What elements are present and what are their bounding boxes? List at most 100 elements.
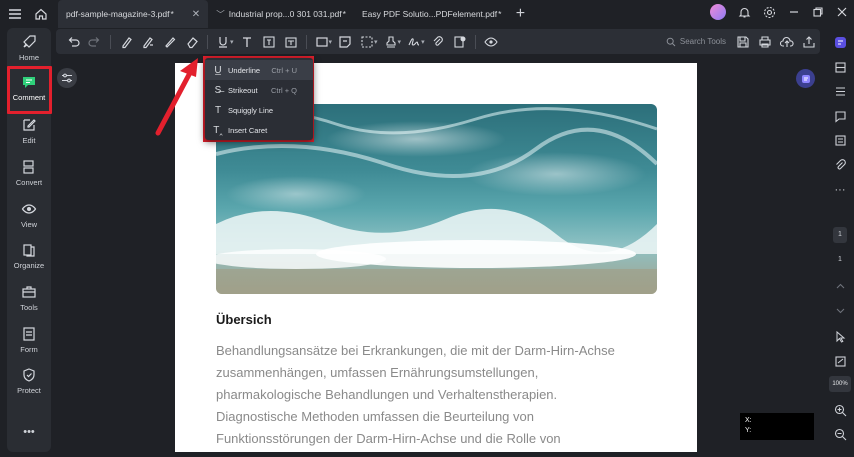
chevron-down-icon[interactable]: ▾: [230, 38, 234, 46]
nav-edit[interactable]: Edit: [7, 117, 51, 145]
tab-label: Industrial prop...0 301 031.pdf: [228, 9, 342, 19]
separator: [110, 34, 111, 49]
zoom-out-icon[interactable]: [830, 424, 850, 444]
attachment-icon[interactable]: [830, 155, 850, 175]
chevron-down-icon[interactable]: ▾: [329, 38, 333, 46]
print-icon[interactable]: [754, 31, 776, 53]
nav-organize[interactable]: Organize: [7, 242, 51, 270]
nav-form[interactable]: Form: [7, 326, 51, 354]
sticky-note-icon[interactable]: [334, 31, 356, 53]
undo-icon[interactable]: [62, 31, 84, 53]
text-line: Funktionsstörungen der Darm-Hirn-Achse u…: [216, 431, 561, 446]
menu-item-shortcut: Ctrl + U: [271, 65, 297, 75]
annotation-arrow: [155, 58, 198, 136]
nav-label: Form: [20, 345, 38, 354]
ai-sidebar-icon[interactable]: [830, 32, 850, 52]
close-tab-icon[interactable]: ✕: [192, 9, 200, 20]
fit-page-icon[interactable]: [830, 351, 850, 371]
nav-label: •••: [23, 426, 35, 438]
chevron-down-icon[interactable]: ▾: [398, 38, 402, 46]
search-tools[interactable]: Search Tools: [666, 37, 726, 47]
hamburger-menu-icon[interactable]: [4, 3, 26, 25]
x-coordinate-label: X:: [745, 417, 752, 424]
menu-item-label: Strikeout: [228, 85, 258, 95]
eraser-icon[interactable]: [181, 31, 203, 53]
text-box-icon[interactable]: [236, 31, 258, 53]
squiggly-icon: T: [214, 104, 222, 116]
nav-protect[interactable]: Protect: [7, 367, 51, 395]
nav-tools[interactable]: Tools: [7, 284, 51, 312]
strikeout-icon: S̶: [214, 84, 222, 96]
save-icon[interactable]: [732, 31, 754, 53]
modified-indicator: *: [170, 9, 174, 19]
menu-item-squiggly-line[interactable]: T Squiggly Line: [205, 100, 313, 120]
caret-insert-icon: T‸: [213, 124, 223, 136]
close-window-icon[interactable]: [836, 6, 848, 18]
form-fields-icon[interactable]: [830, 130, 850, 150]
cloud-upload-icon[interactable]: [776, 31, 798, 53]
properties-icon[interactable]: [830, 81, 850, 101]
menu-item-label: Insert Caret: [228, 125, 268, 135]
zoom-level[interactable]: 100%: [829, 376, 851, 392]
minimize-icon[interactable]: [788, 6, 800, 18]
nav-label: Organize: [13, 261, 45, 270]
select-cursor-icon[interactable]: [830, 326, 850, 346]
highlighter-icon[interactable]: [115, 31, 137, 53]
total-page-number: 1: [838, 256, 842, 263]
tab-label: pdf-sample-magazine-3.pdf: [66, 9, 170, 19]
text-line: pharmakologische Behandlungen und Verhal…: [216, 387, 558, 402]
chevron-up-icon[interactable]: [830, 276, 850, 296]
menu-item-shortcut: Ctrl + Q: [270, 85, 297, 95]
underline-icon: U̲: [214, 64, 222, 76]
plus-icon[interactable]: +: [509, 3, 531, 25]
add-attachment-icon[interactable]: [449, 31, 471, 53]
y-coordinate-label: Y:: [745, 427, 752, 434]
separator: [474, 34, 476, 49]
typewriter-icon[interactable]: [280, 31, 302, 53]
eye-icon: [21, 204, 37, 214]
tab-pdf-sample-magazine[interactable]: pdf-sample-magazine-3.pdf * ✕: [58, 0, 209, 28]
current-page-number[interactable]: 1: [833, 227, 847, 243]
panel-layout-icon[interactable]: [830, 57, 850, 77]
more-icon[interactable]: •••: [7, 426, 51, 438]
comment-toolbar: ▾ ▾ ▾ ▾ ▾ Search Tools: [56, 29, 820, 54]
cursor-coordinates: X: Y:: [740, 413, 814, 440]
nav-home[interactable]: Home: [7, 34, 51, 62]
tab-industrial-prop[interactable]: ﹀ Industrial prop...0 301 031.pdf *: [208, 0, 354, 28]
gear-icon[interactable]: [763, 6, 776, 19]
menu-item-strikeout[interactable]: S̶ Strikeout Ctrl + Q: [205, 80, 313, 100]
tab-easy-pdf-solution[interactable]: Easy PDF Solutio...PDFelement.pdf *: [354, 0, 509, 28]
more-icon[interactable]: ···: [830, 180, 850, 200]
chevron-down-icon[interactable]: [830, 300, 850, 320]
nav-label: Home: [18, 53, 39, 62]
nav-label: Protect: [17, 386, 41, 395]
zoom-in-icon[interactable]: [830, 400, 850, 420]
nav-view[interactable]: View: [7, 201, 51, 229]
menu-item-underline[interactable]: U̲ Underline Ctrl + U: [205, 60, 313, 80]
filter-settings-icon[interactable]: [57, 68, 77, 88]
bell-icon[interactable]: [738, 6, 751, 19]
form-icon: [23, 327, 35, 341]
avatar[interactable]: [710, 4, 726, 20]
area-highlight-icon[interactable]: [137, 31, 159, 53]
chevron-down-icon[interactable]: ▾: [421, 38, 425, 46]
nav-convert[interactable]: Convert: [7, 159, 51, 187]
menu-item-insert-caret[interactable]: T‸ Insert Caret: [205, 120, 313, 140]
share-icon[interactable]: [798, 31, 820, 53]
attachment-icon[interactable]: [427, 31, 449, 53]
redo-icon[interactable]: [84, 31, 106, 53]
text-callout-icon[interactable]: [258, 31, 280, 53]
restore-icon[interactable]: [812, 6, 824, 18]
pencil-icon[interactable]: [159, 31, 181, 53]
comments-panel-icon[interactable]: [830, 106, 850, 126]
chevron-down-icon[interactable]: ▾: [374, 38, 378, 46]
modified-indicator: *: [498, 9, 502, 19]
nav-label: Edit: [22, 136, 36, 145]
page-body-text: Behandlungsansätze bei Erkrankungen, die…: [216, 340, 686, 450]
home-icon[interactable]: [30, 3, 52, 25]
chevron-down-icon: ﹀: [216, 9, 225, 19]
ai-assistant-button[interactable]: [796, 69, 815, 88]
eye-icon[interactable]: [480, 31, 502, 53]
window-controls: [710, 4, 848, 20]
page-heading: Übersich: [216, 312, 272, 327]
